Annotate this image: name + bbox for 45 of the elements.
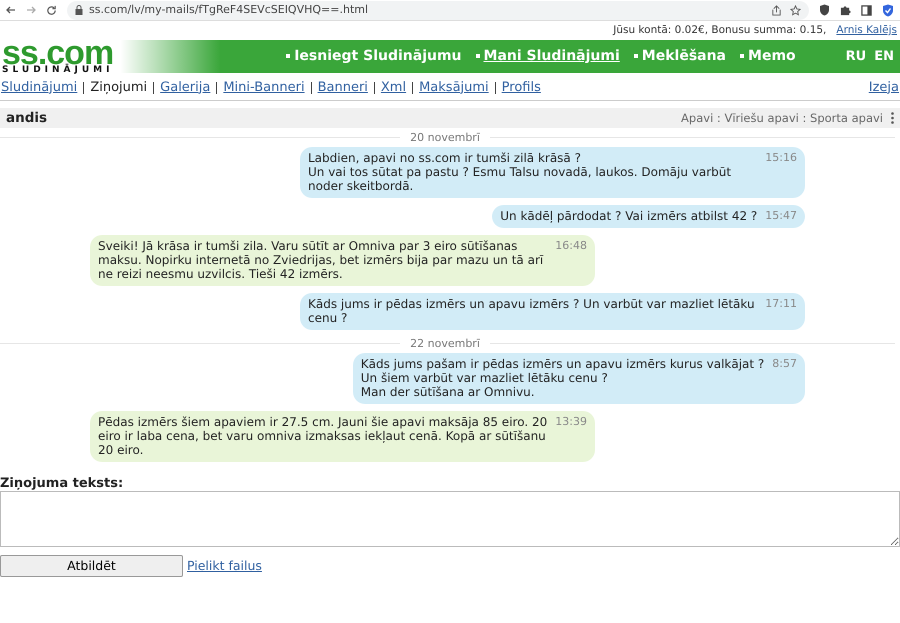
message-text: Labdien, apavi no ss.com ir tumši zilā krāsā ? Un vai tos sūtat pa pastu ? Esmu Talsu novadā, laukos. Domāju varbūt noder skeitbordā. — [308, 151, 732, 194]
message-time: 13:39 — [555, 415, 587, 430]
reply-button[interactable]: Atbildēt — [0, 555, 183, 578]
message-text: Kāds jums pašam ir pēdas izmērs un apavu izmērs kurus valkājat ? Un šiem varbūt var mazliet lētāku cenu ? Man der sūtīšana ar Omnivu. — [360, 357, 764, 400]
more-icon[interactable] — [891, 112, 894, 124]
message-label: Ziņojuma teksts: — [0, 476, 124, 492]
menu-link[interactable]: Profils — [502, 78, 541, 98]
message-text: Pēdas izmērs šiem apaviem ir 27.5 cm. Jauni šie apavi maksāja 85 eiro. 20 eiro ir laba cena, bet varu omniva izmaksas iekļaut cenā. Kopā ar sūtīšanu 20 eiro. — [98, 415, 548, 458]
address-bar[interactable]: ss.com/lv/my-mails/fTgReF4SEVcSEIQVHQ==.html — [67, 0, 809, 20]
menu-link[interactable]: Galerija — [160, 78, 210, 98]
date-divider: 22 novembrī — [410, 337, 480, 350]
star-icon[interactable] — [790, 4, 801, 16]
conversation-title: andis — [6, 109, 48, 128]
user-link[interactable]: Arnis Kalējs — [836, 23, 897, 39]
category-breadcrumb: Apavi : Vīriešu apavi : Sporta apavi — [681, 110, 883, 127]
logo-subtitle: SLUDINĀJUMI — [2, 66, 114, 75]
message-time: 17:11 — [765, 297, 797, 312]
date-divider: 20 novembrī — [410, 131, 480, 144]
message-text: Kāds jums ir pēdas izmērs un apavu izmērs ? Un varbūt var mazliet lētāku cenu ? — [308, 297, 756, 326]
message-time: 16:48 — [555, 239, 587, 254]
attach-files-link[interactable]: Pielikt failus — [187, 556, 262, 576]
message-time: 8:57 — [772, 357, 797, 372]
message-time: 15:47 — [765, 209, 797, 224]
menu-link[interactable]: Banneri — [318, 78, 368, 98]
message-text: Un kādēļ pārdodat ? Vai izmērs atbilst 42 ? — [500, 209, 758, 224]
shield-icon[interactable] — [819, 4, 830, 16]
back-icon[interactable] — [6, 5, 16, 15]
url-text: ss.com/lv/my-mails/fTgReF4SEVcSEIQVHQ==.html — [89, 2, 368, 18]
reload-icon[interactable] — [46, 4, 57, 16]
menu-link[interactable]: Mini-Banneri — [223, 78, 305, 98]
menu-link[interactable]: Ziņojumi — [90, 78, 148, 98]
share-icon[interactable] — [771, 4, 782, 16]
message-text: Sveiki! Jā krāsa ir tumši zila. Varu sūtīt ar Omniva par 3 eiro sūtīšanas maksu. Nopirku internetā no Zviedrijas, bet izmērs bija par mazu un tā arī ne reizi neesmu uzvilcis. Tieši 42 izmērs. — [98, 239, 544, 282]
message-field[interactable] — [0, 491, 900, 548]
message-time: 15:16 — [765, 151, 797, 166]
puzzle-icon[interactable] — [840, 4, 851, 16]
menu-link[interactable]: Sludinājumi — [1, 78, 78, 98]
menu-link[interactable]: Maksājumi — [419, 78, 489, 98]
sidebar-icon[interactable] — [861, 4, 872, 16]
logo-title[interactable]: ss.com — [2, 40, 200, 66]
logout-link[interactable]: Izeja — [868, 78, 899, 98]
lock-icon — [75, 5, 83, 15]
shield-check-icon[interactable] — [882, 4, 894, 16]
account-balance: Jūsu kontā: 0.02€, Bonusu summa: 0.15, — [613, 23, 826, 38]
menu-link[interactable]: Xml — [380, 78, 406, 98]
